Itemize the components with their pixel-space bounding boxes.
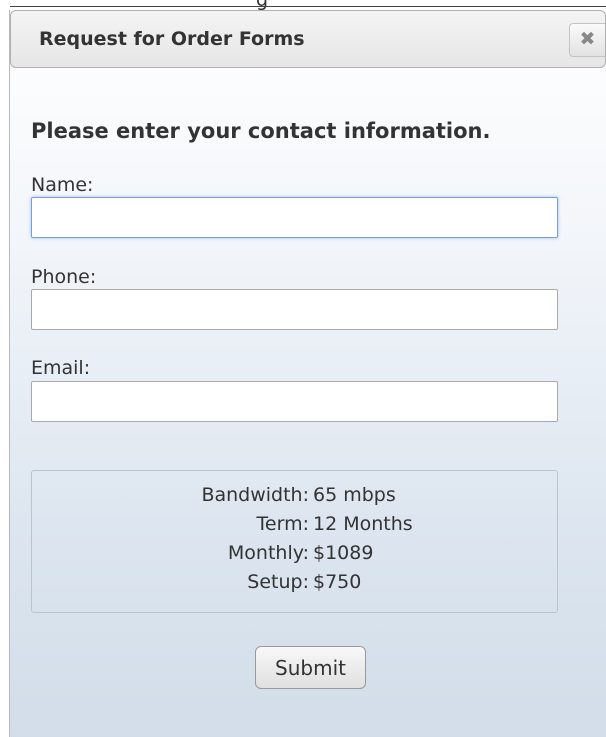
close-button[interactable]: ✖ [569, 23, 605, 57]
name-label: Name: [31, 174, 94, 196]
summary-value: 12 Months [313, 513, 413, 535]
close-icon: ✖ [579, 28, 596, 50]
divider-line [10, 6, 606, 7]
summary-label: Bandwidth: [201, 484, 309, 506]
summary-value: $750 [313, 571, 362, 593]
cut-off-text: g [256, 0, 268, 10]
submit-button[interactable]: Submit [255, 646, 366, 689]
email-label: Email: [31, 357, 91, 379]
dialog-title: Request for Order Forms [39, 28, 305, 50]
summary-label: Monthly: [227, 542, 309, 564]
summary-label: Term: [256, 513, 309, 535]
email-field[interactable] [31, 381, 558, 422]
page-top-edge: g [0, 0, 606, 10]
summary-value: $1089 [313, 542, 374, 564]
form-heading: Please enter your contact information. [31, 119, 491, 143]
phone-label: Phone: [31, 266, 97, 288]
dialog-titlebar[interactable]: Request for Order Forms ✖ [10, 10, 606, 68]
name-field[interactable] [31, 197, 558, 238]
order-forms-dialog: Request for Order Forms ✖ Please enter y… [9, 10, 606, 737]
summary-label: Setup: [247, 571, 309, 593]
summary-value: 65 mbps [313, 484, 396, 506]
order-summary: Bandwidth: 65 mbps Term: 12 Months Month… [31, 470, 558, 613]
phone-field[interactable] [31, 289, 558, 330]
